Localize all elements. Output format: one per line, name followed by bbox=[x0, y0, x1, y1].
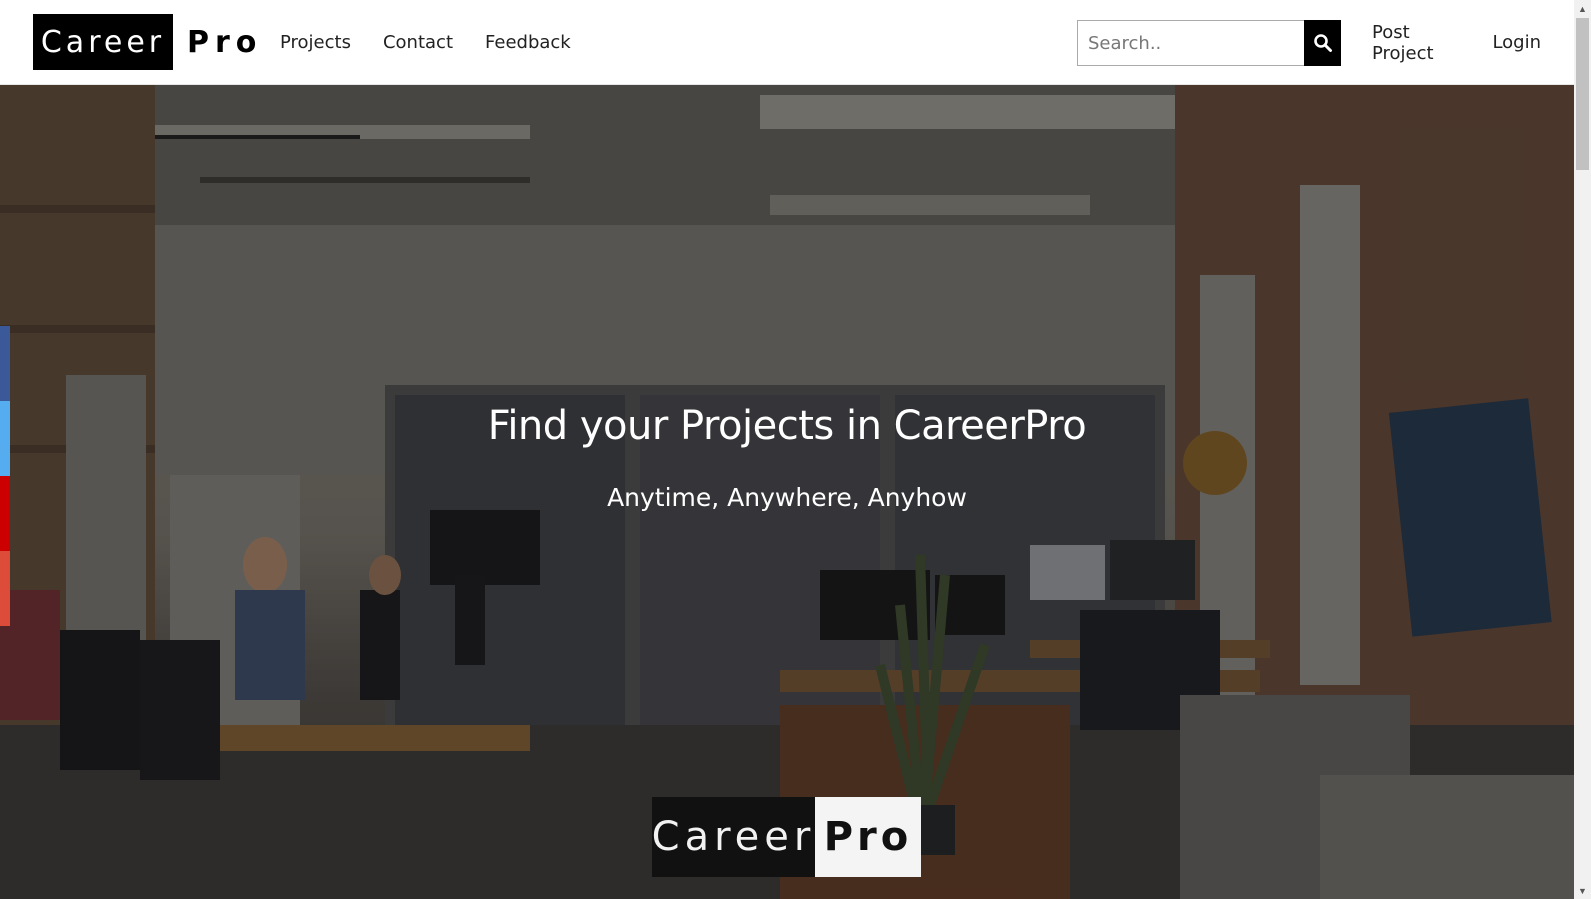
scroll-down-arrow-icon[interactable]: ▼ bbox=[1574, 882, 1591, 899]
twitter-icon[interactable] bbox=[0, 401, 10, 476]
google-plus-icon[interactable] bbox=[0, 551, 10, 626]
search-form bbox=[1077, 20, 1341, 66]
search-input[interactable] bbox=[1077, 20, 1304, 66]
brand-logo-pro: Pro bbox=[187, 24, 263, 60]
hero-subtitle: Anytime, Anywhere, Anyhow bbox=[607, 483, 967, 512]
brand-logo-career: Career bbox=[33, 14, 173, 70]
nav-link-contact[interactable]: Contact bbox=[383, 32, 453, 53]
login-link[interactable]: Login bbox=[1492, 32, 1541, 53]
hero-banner: Find your Projects in CareerPro Anytime,… bbox=[0, 85, 1574, 899]
social-share-bar bbox=[0, 326, 10, 626]
post-project-link[interactable]: Post Project bbox=[1372, 22, 1459, 64]
nav-links: Projects Contact Feedback bbox=[280, 0, 603, 85]
brand-logo[interactable]: Career Pro bbox=[33, 14, 262, 70]
nav-link-feedback[interactable]: Feedback bbox=[485, 32, 571, 53]
youtube-icon[interactable] bbox=[0, 476, 10, 551]
hero-logo-career: Career bbox=[652, 797, 815, 877]
hero-logo: Career Pro bbox=[652, 797, 921, 877]
vertical-scrollbar[interactable]: ▲ ▼ bbox=[1574, 0, 1591, 899]
nav-link-projects[interactable]: Projects bbox=[280, 32, 351, 53]
account-links: Post Project Login bbox=[1372, 0, 1574, 85]
scroll-up-arrow-icon[interactable]: ▲ bbox=[1574, 0, 1591, 17]
search-button[interactable] bbox=[1304, 20, 1341, 66]
hero-logo-pro: Pro bbox=[815, 797, 921, 877]
top-navbar: Career Pro Projects Contact Feedback Pos… bbox=[0, 0, 1574, 85]
facebook-icon[interactable] bbox=[0, 326, 10, 401]
scroll-thumb[interactable] bbox=[1576, 18, 1589, 170]
hero-title: Find your Projects in CareerPro bbox=[487, 403, 1087, 449]
search-icon bbox=[1313, 34, 1332, 52]
